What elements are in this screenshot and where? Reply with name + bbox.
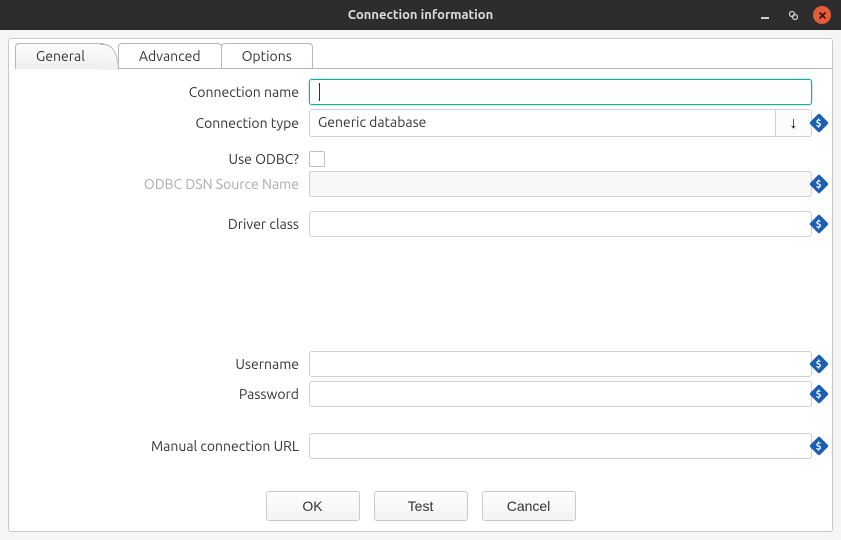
odbc-dsn-label: ODBC DSN Source Name [19, 176, 309, 192]
window-title: Connection information [348, 8, 493, 22]
connection-type-combo[interactable]: Generic database ↓ [309, 109, 812, 137]
minimize-button[interactable] [757, 7, 773, 23]
row-password: Password [19, 381, 812, 407]
close-icon [818, 11, 827, 20]
cancel-button[interactable]: Cancel [482, 491, 576, 521]
row-username: Username [19, 351, 812, 377]
use-odbc-label: Use ODBC? [19, 151, 309, 167]
titlebar-controls [757, 6, 831, 24]
connection-type-label: Connection type [19, 115, 309, 131]
tab-advanced[interactable]: Advanced [118, 43, 222, 68]
dialog-content: General Advanced Options Connection name… [8, 38, 833, 532]
row-connection-name: Connection name [19, 79, 812, 105]
row-manual-url: Manual connection URL [19, 433, 812, 459]
tab-options[interactable]: Options [221, 43, 313, 68]
connection-name-label: Connection name [19, 84, 309, 100]
row-driver-class: Driver class [19, 211, 812, 237]
close-button[interactable] [813, 6, 831, 24]
connection-type-value: Generic database [310, 110, 775, 136]
tab-bar: General Advanced Options [15, 43, 832, 69]
username-input[interactable] [309, 351, 812, 377]
connection-name-input[interactable] [309, 79, 812, 105]
manual-url-label: Manual connection URL [19, 438, 309, 454]
variable-badge-icon[interactable] [809, 384, 829, 404]
variable-badge-icon[interactable] [809, 214, 829, 234]
chevron-down-icon: ↓ [790, 114, 798, 133]
form-panel: Connection name Connection type Generic … [9, 69, 832, 481]
maximize-button[interactable] [785, 7, 801, 23]
tab-general[interactable]: General [15, 43, 106, 69]
variable-badge-icon[interactable] [809, 436, 829, 456]
maximize-icon [788, 10, 798, 20]
variable-badge-icon[interactable] [809, 174, 829, 194]
variable-badge-icon[interactable] [809, 113, 829, 133]
manual-url-input[interactable] [309, 433, 812, 459]
minimize-icon [760, 10, 770, 20]
row-odbc-dsn: ODBC DSN Source Name [19, 171, 812, 197]
password-input[interactable] [309, 381, 812, 407]
variable-badge-icon[interactable] [809, 354, 829, 374]
text-cursor-icon [319, 83, 320, 101]
ok-button[interactable]: OK [266, 491, 360, 521]
odbc-dsn-input [309, 171, 812, 197]
username-label: Username [19, 356, 309, 372]
row-use-odbc: Use ODBC? [19, 151, 812, 167]
button-bar: OK Test Cancel [9, 481, 832, 531]
titlebar: Connection information [0, 0, 841, 30]
driver-class-label: Driver class [19, 216, 309, 232]
use-odbc-checkbox[interactable] [309, 151, 325, 167]
connection-type-dropdown-button[interactable]: ↓ [775, 110, 811, 136]
test-button[interactable]: Test [374, 491, 468, 521]
row-connection-type: Connection type Generic database ↓ [19, 109, 812, 137]
password-label: Password [19, 386, 309, 402]
driver-class-input[interactable] [309, 211, 812, 237]
connection-dialog: Connection information General Advanced … [0, 0, 841, 540]
